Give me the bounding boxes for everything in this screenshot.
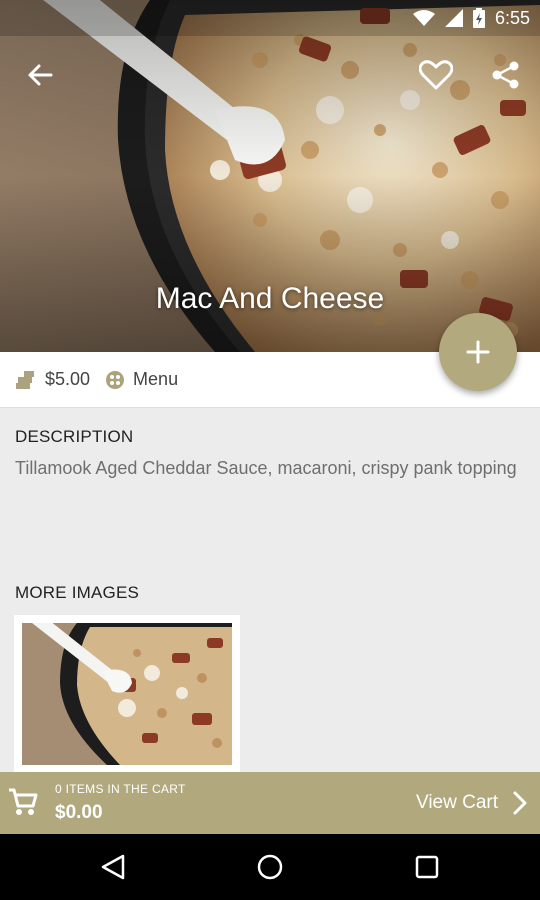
item-price: $5.00	[45, 369, 91, 389]
favorite-button[interactable]	[412, 51, 460, 99]
chevron-right-icon	[513, 791, 527, 815]
cart-bar[interactable]: 0 ITEMS IN THE CART $0.00 View Cart	[0, 772, 540, 834]
cart-total: $0.00	[55, 802, 103, 823]
back-button[interactable]	[16, 51, 64, 99]
android-nav-bar	[0, 834, 540, 900]
nav-back-button[interactable]	[93, 847, 133, 887]
menu-category-icon	[106, 370, 125, 389]
description-text: Tillamook Aged Cheddar Sauce, macaroni, …	[15, 458, 517, 478]
item-category: Menu	[133, 369, 179, 389]
thumbnail-photo	[22, 623, 232, 765]
nav-home-icon	[257, 854, 283, 880]
heart-icon	[419, 60, 453, 90]
share-button[interactable]	[482, 51, 530, 99]
nav-home-button[interactable]	[250, 847, 290, 887]
hero-image: 6:55 Mac And Cheese	[0, 0, 540, 352]
money-icon	[16, 370, 34, 389]
category-info: Menu	[106, 369, 178, 390]
add-to-cart-button[interactable]	[439, 313, 517, 391]
view-cart-link[interactable]: View Cart	[416, 792, 498, 814]
more-images-heading: MORE IMAGES	[15, 583, 140, 602]
cart-item-count: 0 ITEMS IN THE CART	[55, 782, 186, 796]
share-icon	[492, 61, 519, 89]
nav-recents-button[interactable]	[407, 847, 447, 887]
signal-icon	[444, 9, 463, 27]
cart-icon	[9, 788, 38, 815]
wifi-icon	[412, 10, 435, 26]
status-bar: 6:55	[0, 0, 540, 36]
more-image-thumbnail[interactable]	[14, 615, 240, 773]
back-arrow-icon	[28, 64, 53, 86]
status-time: 6:55	[494, 7, 530, 28]
nav-recents-icon	[415, 855, 439, 879]
battery-icon	[472, 8, 485, 28]
plus-icon	[466, 340, 490, 364]
description-heading: DESCRIPTION	[15, 427, 134, 446]
nav-back-icon	[101, 854, 125, 880]
item-title: Mac And Cheese	[155, 282, 385, 315]
price-info: $5.00	[16, 369, 90, 390]
